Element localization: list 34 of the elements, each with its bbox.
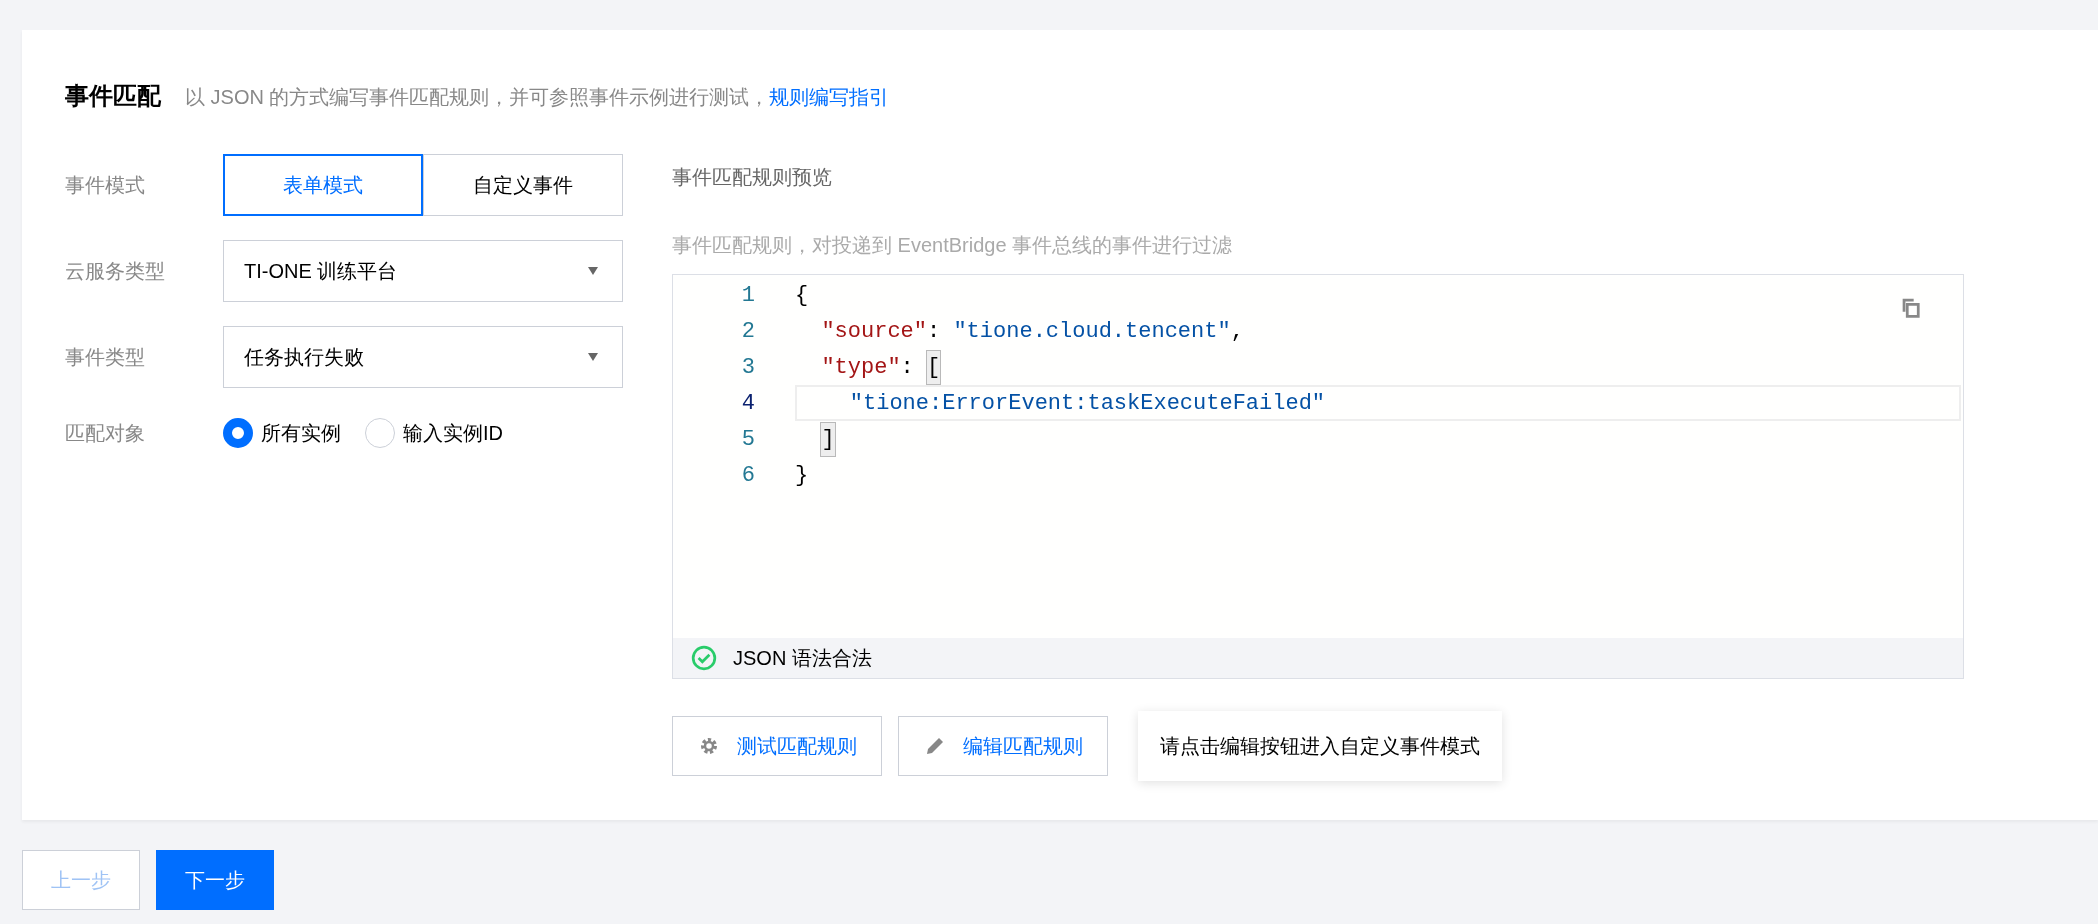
code-line: }	[795, 461, 809, 490]
next-button[interactable]: 下一步	[156, 850, 274, 910]
code-line: {	[795, 281, 809, 310]
check-circle-icon	[691, 645, 717, 671]
line-number: 5	[740, 425, 755, 454]
line-number: 3	[740, 353, 755, 382]
code-line: ]	[795, 421, 835, 457]
field-label: 匹配对象	[65, 421, 146, 446]
select-field[interactable]: TI-ONE 训练平台	[223, 240, 623, 302]
section-title: 事件匹配	[65, 81, 161, 111]
line-number: 1	[740, 281, 755, 310]
preview-hint: 事件匹配规则，对投递到 EventBridge 事件总线的事件进行过滤	[672, 233, 1234, 258]
radio-button[interactable]	[223, 418, 253, 448]
mode-tab[interactable]: 自定义事件	[423, 154, 623, 216]
radio-label[interactable]: 所有实例	[261, 418, 341, 448]
select-field[interactable]: 任务执行失败	[223, 326, 623, 388]
line-number: 6	[740, 461, 755, 490]
code-line: "type": [	[795, 349, 941, 385]
guide-link[interactable]: 规则编写指引	[769, 86, 890, 108]
tooltip: 请点击编辑按钮进入自定义事件模式	[1138, 711, 1502, 781]
field-label: 事件类型	[65, 345, 146, 370]
edit-rule-button[interactable]: 编辑匹配规则	[898, 716, 1108, 776]
preview-title: 事件匹配规则预览	[672, 165, 833, 190]
code-editor[interactable]: 1 { 2 "source": "tione.cloud.tencent", 3 "type": [ 4 "tione:ErrorEvent:taskExecuteFailed" 5 ] 6 } JSON 语法合法	[672, 274, 1964, 679]
line-number: 4	[740, 389, 755, 418]
radio-label[interactable]: 输入实例ID	[403, 418, 503, 448]
mode-tab[interactable]: 表单模式	[223, 154, 423, 216]
code-line: "source": "tione.cloud.tencent",	[820, 317, 1244, 346]
syntax-status: JSON 语法合法	[673, 638, 1963, 678]
test-rule-button[interactable]: 测试匹配规则	[672, 716, 882, 776]
field-label: 事件模式	[65, 173, 146, 198]
section-description: 以 JSON 的方式编写事件匹配规则，并可参照事件示例进行测试，规则编写指引	[185, 85, 890, 110]
line-number: 2	[740, 317, 755, 346]
field-label: 云服务类型	[65, 259, 166, 284]
